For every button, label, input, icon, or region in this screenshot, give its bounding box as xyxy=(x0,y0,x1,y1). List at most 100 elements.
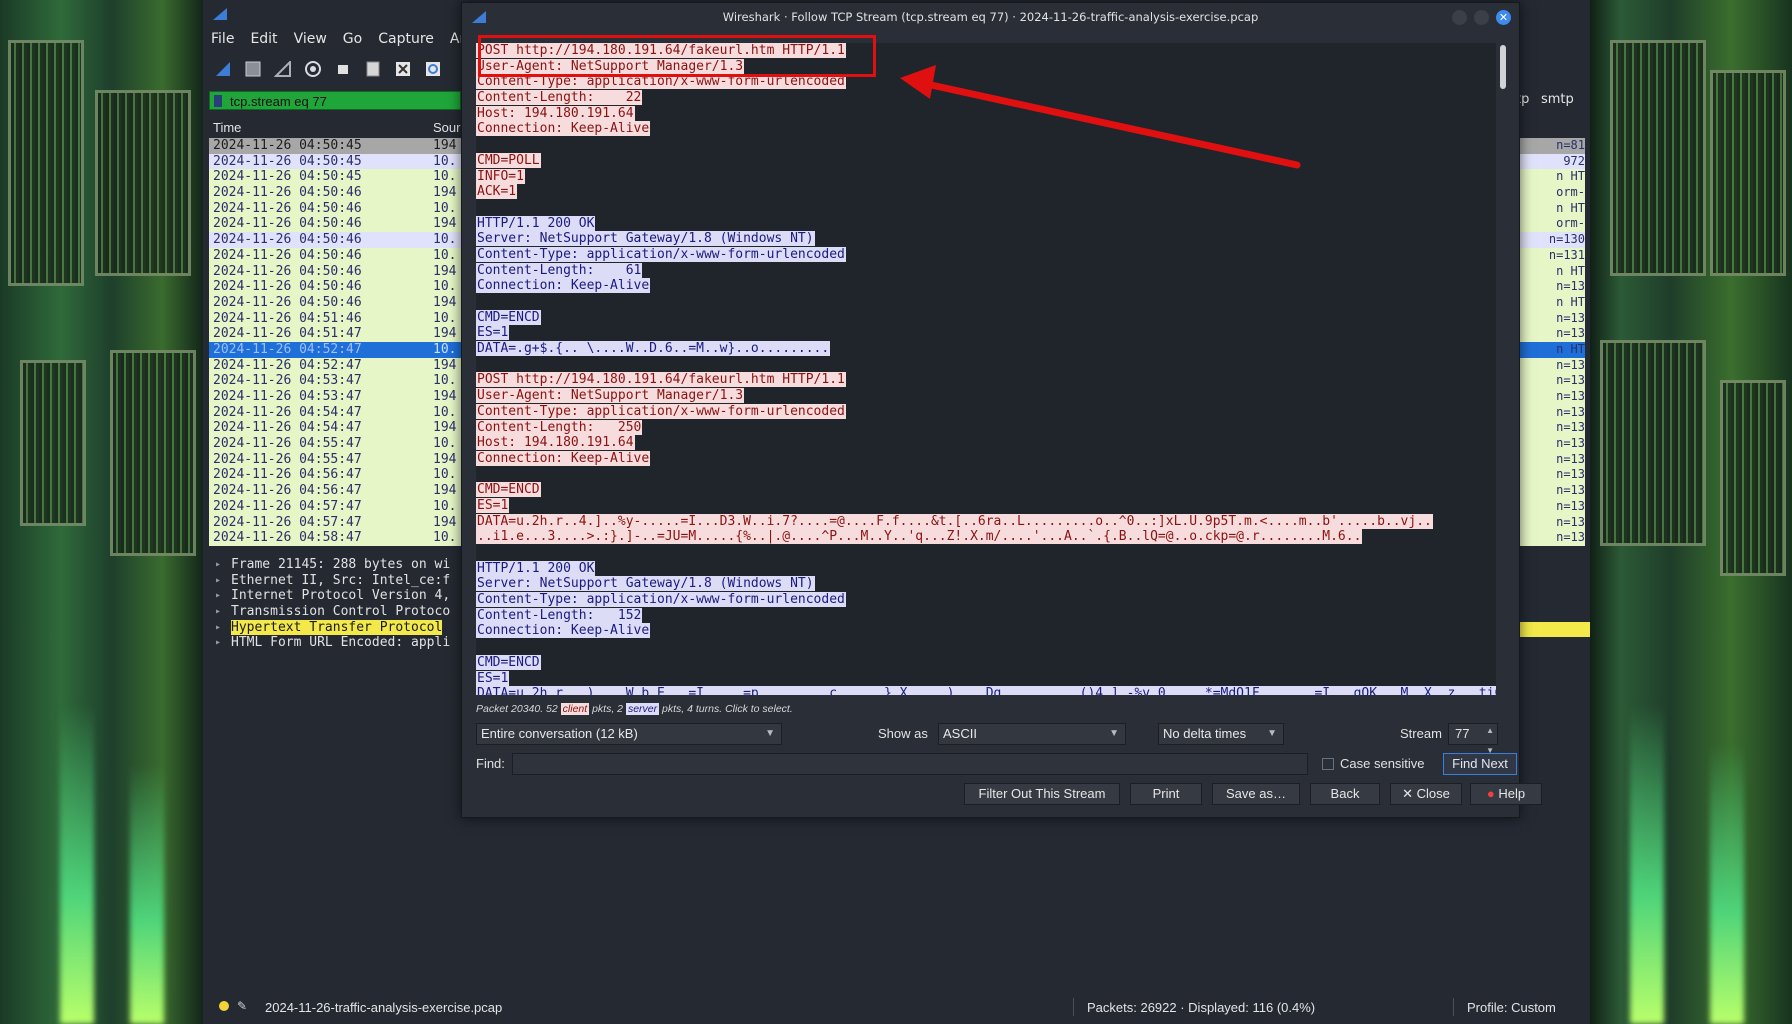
stream-line[interactable]: ACK=1 xyxy=(476,184,1496,200)
help-button[interactable]: ● Help xyxy=(1470,783,1542,805)
packet-row[interactable]: 2024-11-26 04:54:47 194 xyxy=(209,420,461,437)
packet-row[interactable]: 2024-11-26 04:50:45 194 xyxy=(209,138,461,154)
case-sensitive-label[interactable]: Case sensitive xyxy=(1340,756,1425,771)
delta-times-select[interactable]: No delta times ▼ xyxy=(1158,723,1284,745)
edit-comment-icon[interactable]: ✎ xyxy=(237,999,247,1013)
menu-capture[interactable]: Capture xyxy=(370,28,442,52)
packet-row[interactable]: 2024-11-26 04:50:45 10. xyxy=(209,153,461,170)
stream-line[interactable]: Server: NetSupport Gateway/1.8 (Windows … xyxy=(476,231,1496,247)
stream-line[interactable]: HTTP/1.1 200 OK xyxy=(476,560,1496,577)
conversation-select[interactable]: Entire conversation (12 kB) ▼ xyxy=(476,723,782,745)
packet-row[interactable]: 2024-11-26 04:57:47 194 xyxy=(209,514,461,531)
restart-capture-icon[interactable] xyxy=(271,58,295,80)
tree-node[interactable]: ▸ Ethernet II, Src: Intel_ce:f xyxy=(209,573,463,589)
packet-row[interactable]: 2024-11-26 04:50:46 10. xyxy=(209,200,461,217)
packet-row[interactable]: 2024-11-26 04:50:46 10. xyxy=(209,247,461,264)
packet-row[interactable]: 2024-11-26 04:50:46 194 xyxy=(209,263,461,280)
stream-line[interactable]: DATA=u.2h.r..4.]..%y-.....=I...D3.W..i.7… xyxy=(476,513,1496,530)
stream-line[interactable]: Content-Type: application/x-www-form-url… xyxy=(476,403,1496,420)
stream-line[interactable]: ..i1.e...3....>.:}.]-..=JU=M.....{%..|.@… xyxy=(476,529,1496,545)
stream-line[interactable]: ES=1 xyxy=(476,325,1496,341)
dialog-titlebar[interactable]: Wireshark · Follow TCP Stream (tcp.strea… xyxy=(462,3,1519,31)
tree-node[interactable]: ▸ HTML Form URL Encoded: appli xyxy=(209,635,463,651)
stream-line[interactable]: Server: NetSupport Gateway/1.8 (Windows … xyxy=(476,576,1496,592)
stream-line[interactable]: User-Agent: NetSupport Manager/1.3 xyxy=(476,388,1496,404)
stream-line[interactable]: ES=1 xyxy=(476,497,1496,514)
chevron-right-icon[interactable]: ▸ xyxy=(215,557,221,573)
stream-line[interactable]: CMD=ENCD xyxy=(476,482,1496,498)
packet-row[interactable]: 2024-11-26 04:50:46 10. xyxy=(209,279,461,295)
expert-info-icon[interactable] xyxy=(219,1001,229,1011)
packet-row[interactable]: 2024-11-26 04:50:46 194 xyxy=(209,185,461,201)
find-input[interactable] xyxy=(512,753,1308,775)
packet-row[interactable]: 2024-11-26 04:50:45 10. xyxy=(209,169,461,186)
stream-line[interactable]: Host: 194.180.191.64 xyxy=(476,435,1496,451)
stream-line[interactable]: ES=1 xyxy=(476,670,1496,687)
filter-out-stream-button[interactable]: Filter Out This Stream xyxy=(964,783,1120,805)
packet-row[interactable]: 2024-11-26 04:56:47 194 xyxy=(209,483,461,499)
stream-scrollbar[interactable] xyxy=(1498,43,1508,695)
stream-line[interactable]: Content-Length: 152 xyxy=(476,607,1496,624)
show-as-select[interactable]: ASCII ▼ xyxy=(938,723,1126,745)
stream-line[interactable]: Connection: Keep-Alive xyxy=(476,623,1496,639)
stream-number-spinbox[interactable]: 77 ▲ ▼ xyxy=(1448,723,1498,755)
start-capture-icon[interactable] xyxy=(211,58,235,80)
save-file-icon[interactable] xyxy=(361,58,385,80)
stream-line[interactable]: Content-Length: 61 xyxy=(476,262,1496,279)
packet-row[interactable]: 2024-11-26 04:52:47 10. xyxy=(209,341,461,358)
menu-go[interactable]: Go xyxy=(335,28,370,52)
packet-row[interactable]: 2024-11-26 04:54:47 10. xyxy=(209,404,461,421)
chevron-right-icon[interactable]: ▸ xyxy=(215,573,221,589)
tree-node[interactable]: ▸ Frame 21145: 288 bytes on wi xyxy=(209,557,463,573)
stream-line[interactable]: DATA=u.2h.r...)....W.b.E...=I.....=p....… xyxy=(476,686,1496,695)
stream-line[interactable] xyxy=(476,467,1496,483)
print-button[interactable]: Print xyxy=(1130,783,1202,805)
packet-row[interactable]: 2024-11-26 04:58:47 10. xyxy=(209,530,461,546)
minimize-button[interactable] xyxy=(1452,10,1467,25)
bookmark-icon[interactable] xyxy=(214,95,222,107)
packet-turn-info[interactable]: Packet 20340. 52 client pkts, 2 server p… xyxy=(476,703,793,715)
packet-row[interactable]: 2024-11-26 04:50:46 194 xyxy=(209,294,461,311)
close-file-icon[interactable] xyxy=(391,58,415,80)
back-button[interactable]: Back xyxy=(1310,783,1380,805)
chevron-right-icon[interactable]: ▸ xyxy=(215,604,221,620)
tree-node[interactable]: ▸ Hypertext Transfer Protocol xyxy=(209,619,463,636)
packet-row[interactable]: 2024-11-26 04:57:47 10. xyxy=(209,498,461,515)
open-file-icon[interactable] xyxy=(331,58,355,80)
chevron-right-icon[interactable]: ▸ xyxy=(215,635,221,651)
packet-row[interactable]: 2024-11-26 04:51:47 194 xyxy=(209,326,461,342)
stream-line[interactable]: CMD=ENCD xyxy=(476,654,1496,671)
save-as-button[interactable]: Save as… xyxy=(1212,783,1300,805)
scrollbar-thumb[interactable] xyxy=(1500,45,1506,89)
stream-line[interactable]: Content-Length: 250 xyxy=(476,419,1496,436)
stream-line[interactable] xyxy=(476,639,1496,655)
packet-row[interactable]: 2024-11-26 04:50:46 10. xyxy=(209,232,461,248)
stop-capture-icon[interactable] xyxy=(241,58,265,80)
display-filter-input[interactable]: tcp.stream eq 77 xyxy=(209,91,461,110)
chevron-right-icon[interactable]: ▸ xyxy=(215,588,221,604)
packet-row[interactable]: 2024-11-26 04:50:46 194 xyxy=(209,216,461,233)
close-button[interactable]: ✕ Close xyxy=(1390,783,1462,805)
menu-file[interactable]: File xyxy=(203,28,242,52)
menu-edit[interactable]: Edit xyxy=(242,28,285,52)
stream-line[interactable]: Content-Type: application/x-www-form-url… xyxy=(476,592,1496,608)
menu-view[interactable]: View xyxy=(286,28,335,52)
tree-node[interactable]: ▸ Internet Protocol Version 4, xyxy=(209,588,463,604)
packet-row[interactable]: 2024-11-26 04:52:47 194 xyxy=(209,357,461,374)
status-profile[interactable]: Profile: Custom xyxy=(1467,1000,1556,1015)
stream-line[interactable] xyxy=(476,357,1496,373)
stream-line[interactable]: Connection: Keep-Alive xyxy=(476,450,1496,467)
find-next-button[interactable]: Find Next xyxy=(1443,753,1517,775)
stream-line[interactable] xyxy=(476,545,1496,561)
packet-row[interactable]: 2024-11-26 04:53:47 194 xyxy=(209,389,461,405)
reload-file-icon[interactable] xyxy=(421,58,445,80)
stream-line[interactable]: HTTP/1.1 200 OK xyxy=(476,215,1496,232)
column-source[interactable]: Sour xyxy=(433,120,460,135)
case-sensitive-checkbox[interactable] xyxy=(1322,758,1334,770)
stream-line[interactable]: DATA=.g+$.{.. \....W..D.6..=M..w}..o....… xyxy=(476,341,1496,357)
stream-line[interactable] xyxy=(476,294,1496,310)
maximize-button[interactable] xyxy=(1474,10,1489,25)
capture-options-icon[interactable] xyxy=(301,58,325,80)
close-window-button[interactable]: ✕ xyxy=(1496,10,1511,25)
packet-row[interactable]: 2024-11-26 04:55:47 10. xyxy=(209,436,461,452)
